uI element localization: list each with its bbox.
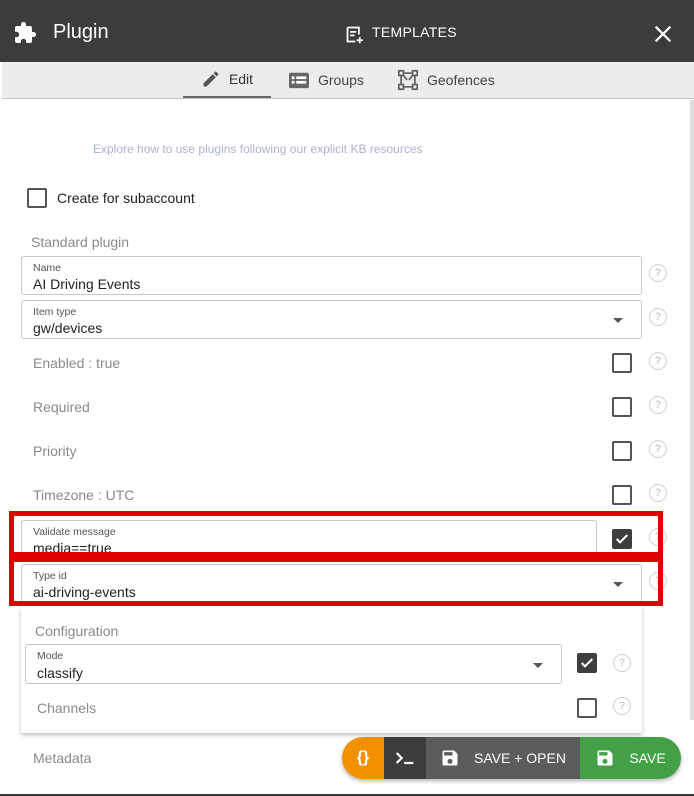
create-subaccount-checkbox[interactable] [27,188,47,208]
terminal-button[interactable] [384,737,426,779]
checkmark-icon [615,534,629,544]
enabled-label: Enabled : true [33,355,121,371]
priority-label: Priority [33,443,77,459]
help-icon[interactable]: ? [649,308,667,326]
channels-label: Channels [37,700,97,716]
validate-message-label: Validate message [33,526,116,538]
name-field-label: Name [33,262,62,274]
help-icon[interactable]: ? [649,484,667,502]
save-open-button[interactable]: SAVE + OPEN [426,737,580,779]
type-id-value: ai-driving-events [33,584,136,600]
configuration-title: Configuration [35,623,119,639]
help-icon[interactable]: ? [649,572,667,590]
save-button[interactable]: SAVE [580,737,681,779]
geofence-icon [397,69,419,91]
mode-checkbox[interactable] [577,653,597,673]
validate-message-value[interactable]: media==true [33,540,112,556]
tab-edit-label: Edit [228,71,254,87]
json-editor-button[interactable]: {} [342,737,384,779]
tab-geofences-label: Geofences [427,72,495,88]
chevron-down-icon [613,582,623,587]
checkmark-icon [580,658,594,668]
tab-edit[interactable]: Edit [183,62,271,98]
item-type-value: gw/devices [33,320,103,336]
priority-checkbox[interactable] [612,441,632,461]
templates-button[interactable]: TEMPLATES [372,24,457,40]
help-icon[interactable]: ? [649,264,667,282]
pencil-icon [203,71,219,87]
help-icon[interactable]: ? [649,440,667,458]
type-id-label: Type id [33,570,67,582]
templates-icon[interactable] [344,24,365,45]
mode-label: Mode [37,650,64,662]
puzzle-piece-icon [15,22,36,43]
tab-groups[interactable]: Groups [288,62,364,98]
save-label: SAVE [629,750,666,766]
name-field-value[interactable]: AI Driving Events [33,276,140,292]
timezone-label: Timezone : UTC [33,487,135,503]
required-label: Required [33,399,90,415]
floppy-disk-icon [597,750,613,766]
chevron-down-icon [613,318,623,323]
configuration-panel: Configuration Mode classify ? Channels ? [21,606,642,733]
mode-value: classify [37,665,83,681]
tab-geofences[interactable]: Geofences [397,62,495,98]
metadata-label: Metadata [33,750,92,766]
timezone-checkbox[interactable] [612,485,632,505]
floppy-disk-icon [442,750,458,766]
channels-checkbox[interactable] [577,698,597,718]
enabled-checkbox[interactable] [612,353,632,373]
kb-resources-link[interactable]: Explore how to use plugins following our… [93,142,423,156]
dialog-title: Plugin [53,21,109,43]
type-id-select[interactable]: Type id ai-driving-events [21,564,642,603]
item-type-label: Item type [33,306,77,318]
help-icon[interactable]: ? [649,396,667,414]
help-icon[interactable]: ? [613,654,631,672]
close-icon[interactable] [652,23,674,45]
title-bar: Plugin TEMPLATES [0,0,694,62]
save-open-label: SAVE + OPEN [474,750,566,766]
create-subaccount-label: Create for subaccount [57,190,195,206]
terminal-icon [395,752,414,765]
tab-bar: Edit Groups Geofences [2,62,694,99]
chevron-down-icon [533,663,543,668]
help-icon[interactable]: ? [613,697,631,715]
action-bar: {} SAVE + OPEN SAVE [342,737,681,779]
groups-icon [289,72,309,89]
help-icon[interactable]: ? [649,528,667,546]
help-icon[interactable]: ? [649,352,667,370]
required-checkbox[interactable] [612,397,632,417]
tab-groups-label: Groups [318,72,364,88]
validate-message-checkbox[interactable] [612,529,632,549]
validate-message-field[interactable]: Validate message media==true [21,520,597,559]
item-type-select[interactable]: Item type gw/devices [21,300,642,339]
mode-select[interactable]: Mode classify [25,644,562,684]
name-field[interactable]: Name AI Driving Events [21,256,642,295]
scrollbar-track[interactable] [690,100,694,720]
section-title: Standard plugin [31,234,130,250]
